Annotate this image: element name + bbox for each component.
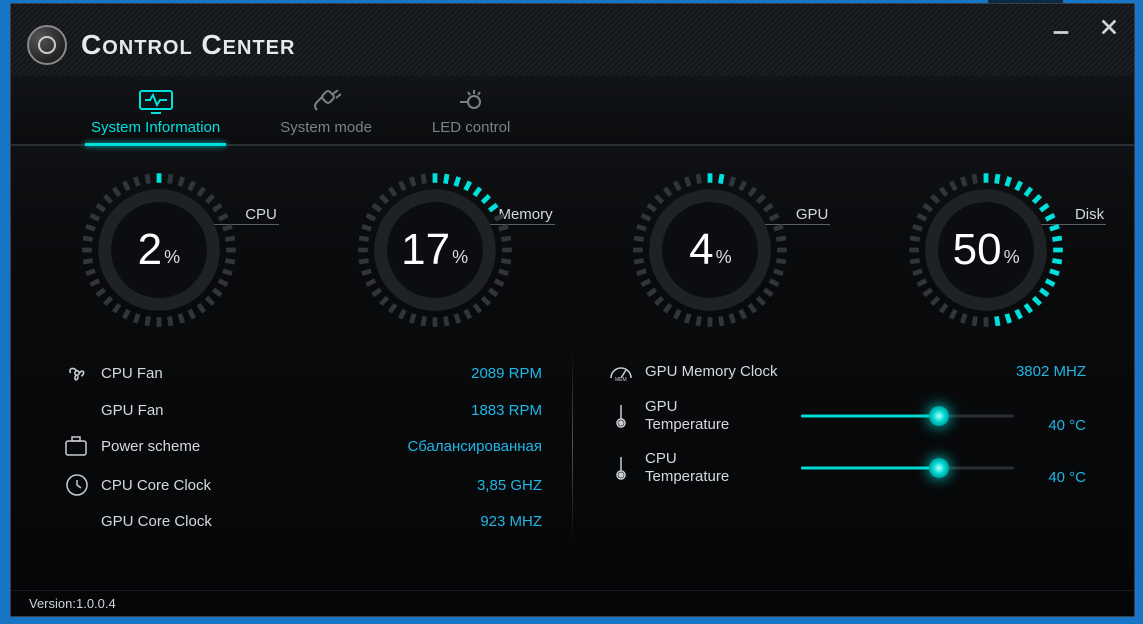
version-label: Version:: [29, 596, 76, 611]
fan-icon: [59, 360, 95, 386]
row-power-scheme: Power scheme Сбалансированная: [59, 427, 542, 465]
gauge-memory-dial: 17%: [355, 170, 515, 330]
label-cpu-core-clock: CPU Core Clock: [95, 477, 422, 494]
gauge-gpu: GPU 4%: [580, 170, 840, 330]
svg-text:MEM: MEM: [615, 377, 627, 382]
led-icon: [454, 89, 488, 115]
label-cpu-temp: CPU Temperature: [639, 450, 789, 486]
gauge-cpu-value: 2: [138, 225, 162, 275]
slider-thumb[interactable]: [929, 406, 949, 426]
stats-left-column: CPU Fan 2089 RPM GPU Fan 1883 RPM Power …: [39, 346, 562, 544]
percent-unit: %: [716, 233, 732, 268]
battery-icon: [59, 435, 95, 457]
value-power-scheme: Сбалансированная: [407, 438, 542, 455]
label-gpu-fan: GPU Fan: [95, 402, 422, 419]
thermometer-icon: [603, 402, 639, 430]
app-window: Control Center System Information System…: [10, 3, 1135, 617]
row-cpu-fan: CPU Fan 2089 RPM: [59, 352, 542, 394]
percent-unit: %: [164, 233, 180, 268]
close-button[interactable]: [1096, 14, 1122, 40]
tab-led-control[interactable]: LED control: [432, 89, 510, 144]
gauge-gpu-dial: 4%: [630, 170, 790, 330]
row-gpu-core-clock: GPU Core Clock 923 MHZ: [59, 505, 542, 538]
column-divider: [572, 350, 573, 540]
gauge-disk-value: 50: [953, 225, 1002, 275]
value-cpu-core-clock: 3,85 GHZ: [422, 477, 542, 494]
label-gpu-temp: GPU Temperature: [639, 398, 789, 434]
version-value: 1.0.0.4: [76, 596, 116, 611]
minimize-icon: [1050, 16, 1072, 38]
gauge-icon: MEM: [603, 360, 639, 382]
app-title: Control Center: [81, 29, 295, 61]
slider-thumb[interactable]: [929, 458, 949, 478]
clock-icon: [59, 473, 95, 497]
app-logo-icon: [27, 25, 67, 65]
titlebar: Control Center: [11, 4, 1134, 76]
thermometer-icon: [603, 454, 639, 482]
gauge-cpu: CPU 2%: [29, 170, 289, 330]
row-cpu-temp: CPU Temperature 40 °C: [603, 442, 1086, 494]
percent-unit: %: [1004, 233, 1020, 268]
gauge-gpu-value: 4: [689, 225, 713, 275]
percent-unit: %: [452, 233, 468, 268]
slider-track: [801, 415, 1014, 418]
slider-track: [801, 467, 1014, 470]
tab-label: System Information: [91, 119, 220, 136]
row-cpu-core-clock: CPU Core Clock 3,85 GHZ: [59, 465, 542, 505]
close-icon: [1098, 16, 1120, 38]
gauges-row: CPU 2% Memory 17% GPU 4% Disk 50%: [11, 146, 1134, 340]
window-buttons: [1048, 14, 1122, 40]
tab-system-information[interactable]: System Information: [91, 89, 220, 144]
slider-cpu-temp[interactable]: [801, 453, 1014, 483]
gauge-cpu-dial: 2%: [79, 170, 239, 330]
value-gpu-temp: 40 °C: [1026, 399, 1086, 434]
tab-label: LED control: [432, 119, 510, 136]
tab-system-mode[interactable]: System mode: [280, 89, 372, 144]
label-gpu-mem-clock: GPU Memory Clock: [639, 363, 966, 380]
stats-right-column: MEM GPU Memory Clock 3802 MHZ GPU Temper…: [583, 346, 1106, 544]
value-cpu-temp: 40 °C: [1026, 451, 1086, 486]
row-gpu-fan: GPU Fan 1883 RPM: [59, 394, 542, 427]
value-gpu-fan: 1883 RPM: [422, 402, 542, 419]
gauge-disk-dial: 50%: [906, 170, 1066, 330]
monitor-icon: [139, 89, 173, 115]
tab-bar: System Information System mode LED contr…: [11, 76, 1134, 146]
value-gpu-core-clock: 923 MHZ: [422, 513, 542, 530]
row-gpu-temp: GPU Temperature 40 °C: [603, 390, 1086, 442]
gauge-memory-value: 17: [401, 225, 450, 275]
stats-area: CPU Fan 2089 RPM GPU Fan 1883 RPM Power …: [11, 340, 1134, 554]
tab-label: System mode: [280, 119, 372, 136]
footer: Version: 1.0.0.4: [11, 590, 1134, 616]
value-gpu-mem-clock: 3802 MHZ: [966, 363, 1086, 380]
minimize-button[interactable]: [1048, 14, 1074, 40]
plug-icon: [309, 89, 343, 115]
gauge-disk: Disk 50%: [856, 170, 1116, 330]
gauge-memory: Memory 17%: [305, 170, 565, 330]
slider-gpu-temp[interactable]: [801, 401, 1014, 431]
label-cpu-fan: CPU Fan: [95, 365, 422, 382]
label-power-scheme: Power scheme: [95, 438, 407, 455]
row-gpu-mem-clock: MEM GPU Memory Clock 3802 MHZ: [603, 352, 1086, 390]
value-cpu-fan: 2089 RPM: [422, 365, 542, 382]
label-gpu-core-clock: GPU Core Clock: [95, 513, 422, 530]
